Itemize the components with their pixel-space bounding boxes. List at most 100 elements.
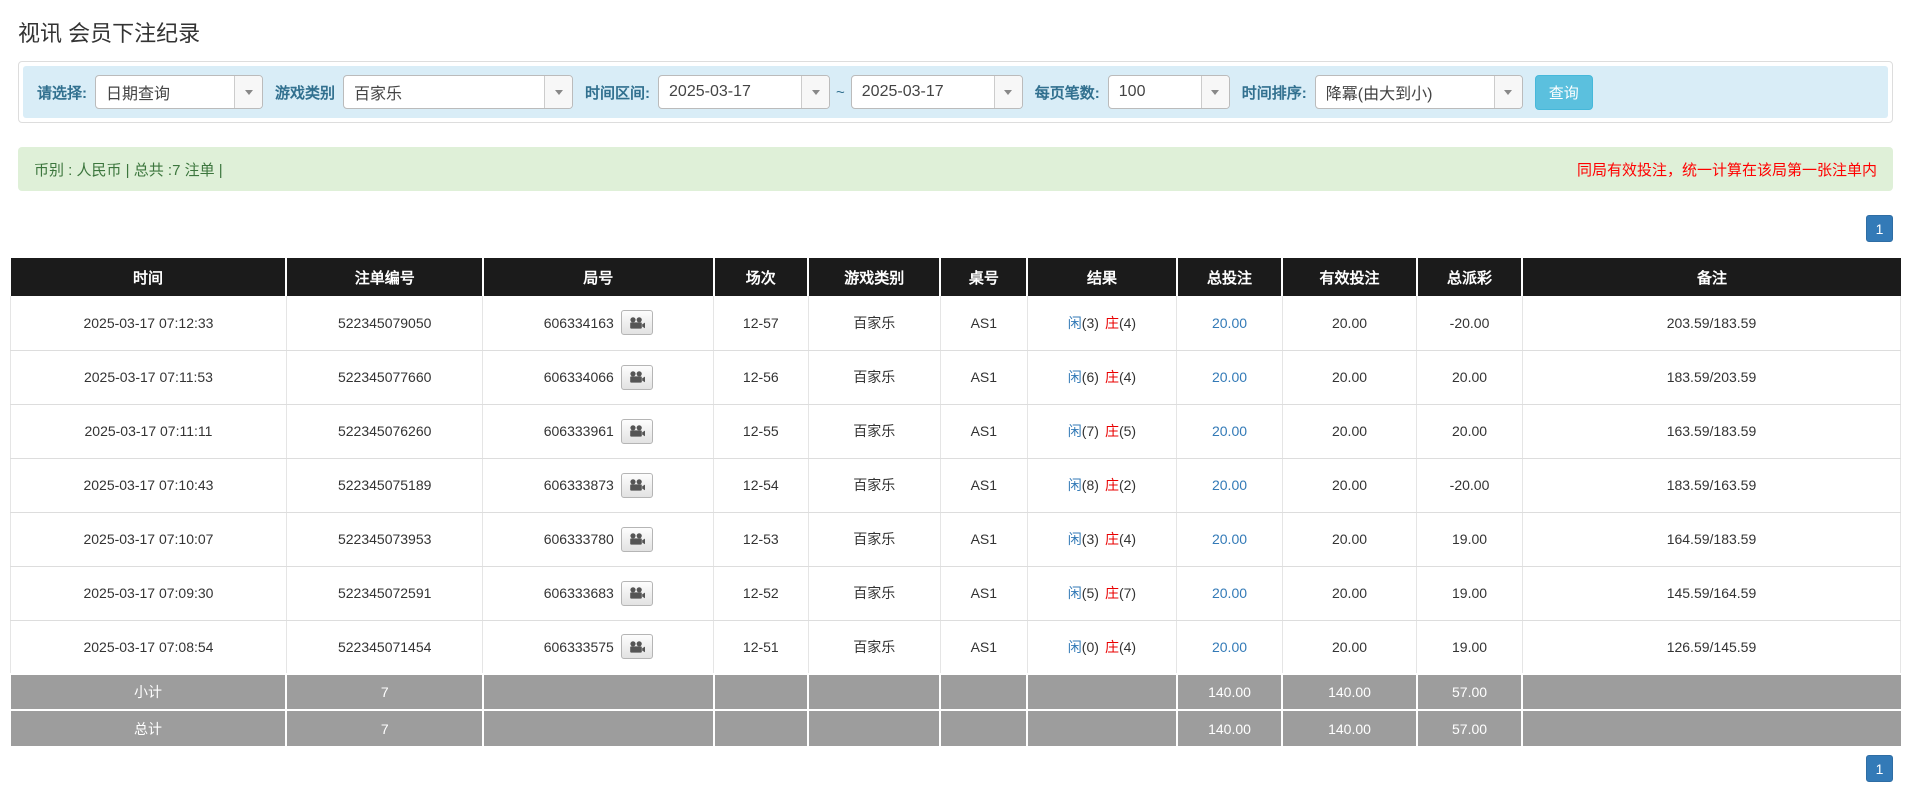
cell-game-type: 百家乐 — [808, 296, 941, 351]
cell-valid-bet: 20.00 — [1282, 296, 1418, 351]
video-replay-button[interactable] — [620, 634, 653, 660]
game-type-label: 游戏类别 — [275, 84, 336, 102]
total-bet-link[interactable]: 20.00 — [1212, 531, 1247, 547]
cell-payout: 20.00 — [1416, 404, 1523, 459]
total-empty-cell — [1027, 709, 1178, 746]
video-replay-button[interactable] — [620, 526, 653, 552]
time-sort-label: 时间排序: — [1241, 84, 1307, 102]
time-sort-select[interactable]: 降冪(由大到小) — [1314, 75, 1523, 109]
subtotal-empty-cell — [940, 673, 1029, 710]
subtotal-empty-cell — [1027, 673, 1178, 710]
date-to-select[interactable]: 2025-03-17 — [850, 75, 1023, 109]
result-banker-value: 4 — [1119, 639, 1136, 655]
cell-round-id: 606333780 — [482, 512, 715, 567]
time-sort-value: 降冪(由大到小) — [1325, 86, 1433, 103]
col-header-payout: 总派彩 — [1416, 258, 1524, 296]
result-player-label: 闲 — [1067, 369, 1082, 385]
col-header-session: 场次 — [713, 258, 810, 296]
cell-table-no: AS1 — [940, 512, 1028, 567]
cell-round-id: 606333575 — [482, 620, 715, 675]
page-size-value: 100 — [1118, 83, 1146, 100]
result-player-label: 闲 — [1067, 531, 1082, 547]
pagination-page-button[interactable]: 1 — [1866, 215, 1893, 242]
cell-remark: 164.59/183.59 — [1522, 512, 1902, 567]
col-header-time: 时间 — [10, 258, 288, 296]
table-footer: 小计 7 140.00 140.00 57.00 总计 7 140.00 140… — [10, 673, 1901, 746]
result-banker-label: 庄 — [1104, 477, 1119, 493]
cell-time: 2025-03-17 07:10:07 — [10, 512, 287, 567]
total-bet-link[interactable]: 20.00 — [1212, 585, 1247, 601]
cell-time: 2025-03-17 07:09:30 — [10, 566, 287, 621]
video-replay-button[interactable] — [620, 310, 653, 336]
chevron-down-icon — [993, 76, 1022, 108]
result-banker-value: 7 — [1119, 585, 1136, 601]
pagination-page-button[interactable]: 1 — [1866, 755, 1893, 782]
cell-bet-id: 522345079050 — [286, 296, 484, 351]
valid-bet-note: 同局有效投注，统一计算在该局第一张注单内 — [1576, 161, 1877, 179]
video-camera-icon — [630, 479, 645, 491]
subtotal-valid-bet: 140.00 — [1282, 673, 1418, 710]
table-row: 2025-03-17 07:10:43 522345075189 6063338… — [10, 458, 1902, 513]
date-to-value: 2025-03-17 — [861, 83, 944, 100]
total-valid-bet: 140.00 — [1282, 709, 1418, 746]
video-replay-button[interactable] — [620, 580, 653, 606]
cell-time: 2025-03-17 07:11:53 — [10, 350, 287, 405]
table-row: 2025-03-17 07:09:30 522345072591 6063336… — [10, 566, 1902, 621]
time-range-label: 时间区间: — [585, 84, 651, 102]
cell-round-id: 606333873 — [482, 458, 715, 513]
page-size-label: 每页笔数: — [1034, 84, 1100, 102]
cell-bet-id: 522345077660 — [286, 350, 484, 405]
cell-time: 2025-03-17 07:10:43 — [10, 458, 287, 513]
result-banker-label: 庄 — [1104, 423, 1119, 439]
total-bet-link[interactable]: 20.00 — [1212, 369, 1247, 385]
cell-game-type: 百家乐 — [808, 620, 941, 675]
cell-table-no: AS1 — [940, 404, 1028, 459]
cell-total-bet: 20.00 — [1176, 458, 1283, 513]
result-player-label: 闲 — [1067, 423, 1082, 439]
cell-session: 12-57 — [713, 296, 809, 351]
result-banker-label: 庄 — [1104, 531, 1119, 547]
result-banker-value: 2 — [1119, 477, 1136, 493]
cell-result: 闲5庄7 — [1027, 566, 1178, 621]
cell-valid-bet: 20.00 — [1282, 512, 1418, 567]
subtotal-count: 7 — [286, 673, 484, 710]
cell-table-no: AS1 — [940, 458, 1028, 513]
cell-game-type: 百家乐 — [808, 512, 941, 567]
cell-total-bet: 20.00 — [1176, 512, 1283, 567]
cell-payout: 20.00 — [1416, 350, 1523, 405]
chevron-down-icon — [234, 76, 262, 108]
round-id-value: 606333683 — [543, 585, 614, 601]
round-id-value: 606333961 — [543, 423, 614, 439]
result-player-value: 3 — [1082, 531, 1099, 547]
game-type-select[interactable]: 百家乐 — [343, 75, 574, 109]
page: 视讯 会员下注纪录 请选择: 日期查询 游戏类别 百家乐 时间区间: 2025-… — [0, 16, 1911, 782]
query-type-select[interactable]: 日期查询 — [95, 75, 263, 109]
date-from-select[interactable]: 2025-03-17 — [658, 75, 831, 109]
total-empty-cell — [713, 709, 810, 746]
page-size-select[interactable]: 100 — [1107, 75, 1230, 109]
chevron-down-icon — [1200, 76, 1229, 108]
video-replay-button[interactable] — [620, 364, 653, 390]
page-title: 视讯 会员下注纪录 — [18, 21, 201, 46]
total-bet-link[interactable]: 20.00 — [1212, 315, 1247, 331]
cell-game-type: 百家乐 — [808, 404, 941, 459]
total-bet-link[interactable]: 20.00 — [1212, 639, 1247, 655]
search-button[interactable]: 查询 — [1534, 74, 1593, 110]
video-replay-button[interactable] — [620, 472, 653, 498]
col-header-remark: 备注 — [1522, 258, 1901, 296]
total-bet-link[interactable]: 20.00 — [1212, 477, 1247, 493]
result-player-value: 6 — [1082, 369, 1099, 385]
subtotal-payout: 57.00 — [1416, 673, 1524, 710]
subtotal-empty-cell — [482, 673, 715, 710]
cell-payout: -20.00 — [1416, 458, 1523, 513]
filter-panel: 请选择: 日期查询 游戏类别 百家乐 时间区间: 2025-03-17 ~ 20… — [18, 61, 1893, 123]
filter-bar: 请选择: 日期查询 游戏类别 百家乐 时间区间: 2025-03-17 ~ 20… — [23, 66, 1888, 118]
date-from-value: 2025-03-17 — [669, 83, 751, 100]
total-bet-link[interactable]: 20.00 — [1212, 423, 1247, 439]
result-player-label: 闲 — [1067, 477, 1082, 493]
summary-bar: 币别 : 人民币 | 总共 :7 注单 | 同局有效投注，统一计算在该局第一张注… — [18, 147, 1893, 191]
video-replay-button[interactable] — [620, 418, 653, 444]
result-player-value: 7 — [1082, 423, 1099, 439]
table-header: 时间 注单编号 局号 场次 游戏类别 桌号 结果 总投注 有效投注 总派彩 备注 — [10, 258, 1901, 296]
cell-session: 12-52 — [713, 566, 809, 621]
